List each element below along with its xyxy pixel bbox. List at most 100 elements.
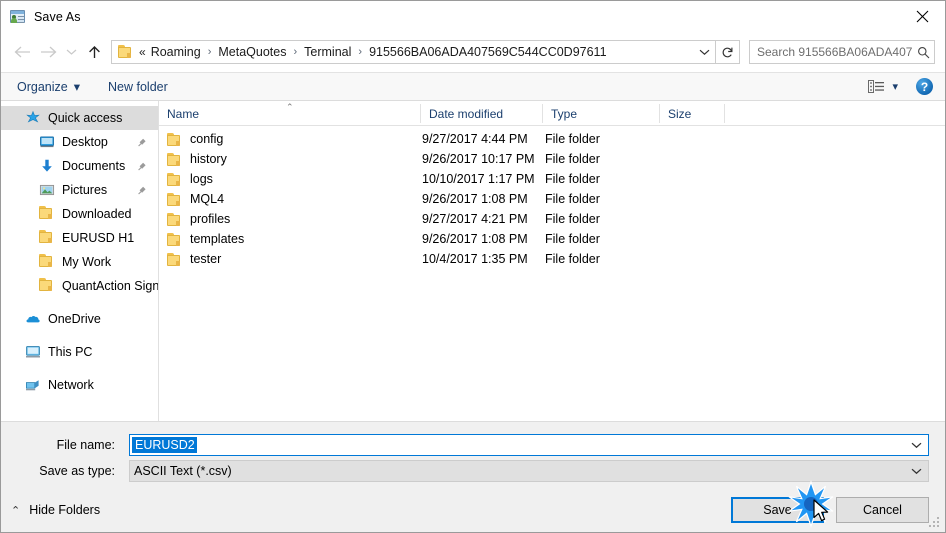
file-date-cell: 10/4/2017 1:35 PM xyxy=(422,252,528,266)
file-name-label: history xyxy=(190,152,227,166)
breadcrumb: « Roaming › MetaQuotes › Terminal › 9155… xyxy=(139,45,693,59)
new-folder-button[interactable]: New folder xyxy=(108,73,168,100)
search-input[interactable]: Search 915566BA06ADA40756... xyxy=(750,45,912,59)
column-header-date-modified[interactable]: Date modified xyxy=(421,101,543,125)
save-as-dialog: Save As « Roaming › MetaQuotes › Termina… xyxy=(0,0,946,533)
pin-icon[interactable] xyxy=(137,136,148,147)
file-date-cell: 9/26/2017 10:17 PM xyxy=(422,152,535,166)
file-name-cell: templates xyxy=(159,232,421,246)
file-name-cell: MQL4 xyxy=(159,192,421,206)
breadcrumb-separator[interactable]: › xyxy=(288,46,302,58)
view-mode-button[interactable]: ▾ xyxy=(868,80,898,93)
folder-icon xyxy=(167,252,182,266)
hide-folders-button[interactable]: ⌃ Hide Folders xyxy=(11,503,100,517)
dialog-body: Quick access Desktop Documents Pictures … xyxy=(1,101,945,421)
file-name-input[interactable]: EURUSD2 xyxy=(129,434,929,456)
file-type-cell: File folder xyxy=(545,152,600,166)
file-name-label: logs xyxy=(190,172,213,186)
organize-button[interactable]: Organize ▾ xyxy=(17,73,80,100)
sidebar-item-label: Quick access xyxy=(48,111,123,125)
column-header-size[interactable]: Size xyxy=(660,101,725,125)
table-row[interactable]: templates 9/26/2017 1:08 PM File folder xyxy=(159,229,945,249)
table-row[interactable]: config 9/27/2017 4:44 PM File folder xyxy=(159,129,945,149)
file-list-pane: ⌃ Name Date modified Type Size config 9/… xyxy=(159,101,945,421)
breadcrumb-item-guid[interactable]: 915566BA06ADA407569C544CC0D97611 xyxy=(367,45,608,59)
help-button[interactable]: ? xyxy=(916,78,933,95)
file-date-cell: 9/26/2017 1:08 PM xyxy=(422,232,528,246)
recent-locations-chevron-icon[interactable] xyxy=(61,39,81,65)
table-row[interactable]: MQL4 9/26/2017 1:08 PM File folder xyxy=(159,189,945,209)
sidebar-item-desktop[interactable]: Desktop xyxy=(1,130,158,154)
table-row[interactable]: tester 10/4/2017 1:35 PM File folder xyxy=(159,249,945,269)
search-box[interactable]: Search 915566BA06ADA40756... xyxy=(749,40,935,64)
save-button-label: Save xyxy=(763,503,792,517)
search-icon[interactable] xyxy=(912,46,934,59)
sidebar-item-this-pc[interactable]: This PC xyxy=(1,340,158,364)
sidebar-item-eurusd-h1[interactable]: EURUSD H1 xyxy=(1,226,158,250)
file-date-cell: 9/27/2017 4:21 PM xyxy=(422,212,528,226)
sidebar-item-downloaded[interactable]: Downloaded xyxy=(1,202,158,226)
navigation-sidebar: Quick access Desktop Documents Pictures … xyxy=(1,101,159,421)
breadcrumb-item-roaming[interactable]: Roaming xyxy=(149,45,203,59)
file-type-cell: File folder xyxy=(545,232,600,246)
breadcrumb-separator[interactable]: › xyxy=(353,46,367,58)
file-name-cell: tester xyxy=(159,252,421,266)
close-icon[interactable] xyxy=(899,1,945,31)
file-rows: config 9/27/2017 4:44 PM File folder his… xyxy=(159,126,945,421)
documents-download-icon xyxy=(39,158,55,174)
sidebar-item-documents[interactable]: Documents xyxy=(1,154,158,178)
chevron-down-icon[interactable] xyxy=(906,435,926,455)
save-as-type-row: Save as type: ASCII Text (*.csv) xyxy=(17,460,929,482)
folder-icon xyxy=(167,132,182,146)
chevron-down-icon[interactable] xyxy=(693,41,715,63)
breadcrumb-item-terminal[interactable]: Terminal xyxy=(302,45,353,59)
file-name-label: profiles xyxy=(190,212,231,226)
save-button[interactable]: Save xyxy=(731,497,824,523)
chevron-up-icon: ⌃ xyxy=(11,504,21,517)
sidebar-item-label: This PC xyxy=(48,345,93,359)
column-header-type[interactable]: Type xyxy=(543,101,660,125)
table-row[interactable]: history 9/26/2017 10:17 PM File folder xyxy=(159,149,945,169)
sidebar-item-label: EURUSD H1 xyxy=(62,231,135,245)
breadcrumb-separator[interactable]: › xyxy=(203,46,217,58)
refresh-icon[interactable] xyxy=(716,40,740,64)
hide-folders-label: Hide Folders xyxy=(29,503,101,517)
sidebar-item-my-work[interactable]: My Work xyxy=(1,250,158,274)
sidebar-item-onedrive[interactable]: OneDrive xyxy=(1,307,158,331)
save-as-type-label: Save as type: xyxy=(39,464,115,478)
forward-arrow-icon[interactable] xyxy=(35,39,61,65)
onedrive-cloud-icon xyxy=(25,311,41,327)
up-arrow-icon[interactable] xyxy=(81,39,107,65)
table-row[interactable]: profiles 9/27/2017 4:21 PM File folder xyxy=(159,209,945,229)
address-bar[interactable]: « Roaming › MetaQuotes › Terminal › 9155… xyxy=(111,40,716,64)
resize-grip-icon[interactable] xyxy=(929,517,941,529)
column-header-name[interactable]: ⌃ Name xyxy=(159,101,421,125)
window-title: Save As xyxy=(34,9,81,24)
folder-icon xyxy=(167,192,182,206)
sidebar-item-pictures[interactable]: Pictures xyxy=(1,178,158,202)
cancel-button[interactable]: Cancel xyxy=(836,497,929,523)
column-header-label: Date modified xyxy=(429,107,504,121)
file-name-label: config xyxy=(190,132,224,146)
file-name-cell: logs xyxy=(159,172,421,186)
breadcrumb-item-metaquotes[interactable]: MetaQuotes xyxy=(216,45,288,59)
file-name-label: tester xyxy=(190,252,222,266)
column-header-label: Type xyxy=(551,107,578,121)
back-arrow-icon[interactable] xyxy=(9,39,35,65)
file-name-value: EURUSD2 xyxy=(132,437,197,453)
save-as-type-select[interactable]: ASCII Text (*.csv) xyxy=(129,460,929,482)
column-header-label: Name xyxy=(167,107,200,121)
sidebar-item-network[interactable]: Network xyxy=(1,373,158,397)
file-date-cell: 10/10/2017 1:17 PM xyxy=(422,172,535,186)
dialog-footer: ⌃ Hide Folders Save Cancel xyxy=(1,488,945,532)
table-row[interactable]: logs 10/10/2017 1:17 PM File folder xyxy=(159,169,945,189)
pin-icon[interactable] xyxy=(137,160,148,171)
pin-icon[interactable] xyxy=(137,184,148,195)
chevron-down-icon[interactable] xyxy=(906,461,926,481)
sort-ascending-icon: ⌃ xyxy=(286,102,294,112)
folder-icon xyxy=(39,206,55,222)
folder-icon xyxy=(167,212,182,226)
breadcrumb-overflow[interactable]: « xyxy=(139,45,149,59)
sidebar-item-quantaction-signal[interactable]: QuantAction Signal xyxy=(1,274,158,298)
sidebar-item-quick-access[interactable]: Quick access xyxy=(1,106,158,130)
